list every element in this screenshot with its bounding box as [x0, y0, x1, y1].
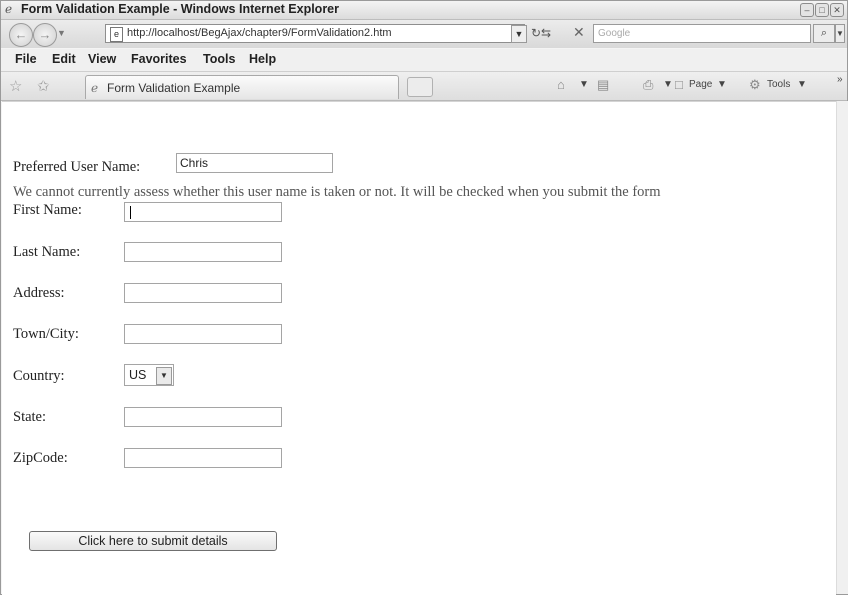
window-controls: – □ ✕ — [800, 3, 844, 17]
feeds-icon[interactable]: ▤ — [597, 77, 609, 93]
favorites-star-icon[interactable]: ☆ — [9, 77, 22, 95]
username-note: We cannot currently assess whether this … — [13, 184, 661, 200]
page-content: Preferred User Name: Chris We cannot cur… — [2, 101, 836, 595]
title-bar: ℯ Form Validation Example - Windows Inte… — [1, 1, 847, 20]
first-name-label: First Name: — [13, 202, 82, 218]
username-input[interactable]: Chris — [176, 153, 333, 173]
maximize-button[interactable]: □ — [815, 3, 829, 17]
country-label: Country: — [13, 368, 65, 384]
first-name-input[interactable] — [124, 202, 282, 222]
username-label: Preferred User Name: — [13, 159, 141, 175]
submit-button[interactable]: Click here to submit details — [29, 531, 277, 551]
menu-help[interactable]: Help — [249, 52, 276, 66]
address-toolbar: ← → ▼ e http://localhost/BegAjax/chapter… — [1, 20, 847, 48]
home-icon[interactable]: ⌂ — [557, 77, 565, 92]
print-dropdown-icon[interactable]: ▼ — [663, 79, 673, 90]
window-title: Form Validation Example - Windows Intern… — [21, 2, 339, 16]
search-icon[interactable]: ⌕ — [813, 24, 835, 43]
menu-bar: File Edit View Favorites Tools Help — [1, 49, 847, 72]
refresh-icon[interactable]: ↻⇆ — [531, 26, 551, 40]
new-tab-button[interactable] — [407, 77, 433, 97]
town-input[interactable] — [124, 324, 282, 344]
text-caret — [130, 206, 131, 219]
menu-file[interactable]: File — [15, 52, 37, 66]
print-icon[interactable]: ⎙ — [643, 77, 653, 93]
more-chevron-icon[interactable]: » — [837, 74, 843, 85]
menu-view[interactable]: View — [88, 52, 116, 66]
add-favorites-icon[interactable]: ✩ — [37, 77, 50, 95]
home-dropdown-icon[interactable]: ▼ — [579, 79, 589, 90]
tab-label: Form Validation Example — [107, 81, 241, 95]
search-placeholder: Google — [598, 28, 631, 39]
chevron-down-icon[interactable]: ▼ — [156, 367, 172, 385]
tools-gear-icon[interactable]: ⚙ — [749, 77, 761, 93]
recent-pages-dropdown-icon[interactable]: ▼ — [57, 28, 66, 38]
close-button[interactable]: ✕ — [830, 3, 844, 17]
address-url[interactable]: http://localhost/BegAjax/chapter9/FormVa… — [127, 27, 392, 39]
browser-window: ℯ Form Validation Example - Windows Inte… — [0, 0, 848, 595]
town-label: Town/City: — [13, 326, 79, 342]
country-select[interactable]: US ▼ — [124, 364, 174, 386]
menu-edit[interactable]: Edit — [52, 52, 76, 66]
forward-button[interactable]: → — [33, 23, 57, 47]
page-menu-dropdown-icon[interactable]: ▼ — [717, 79, 727, 90]
page-icon: e — [110, 27, 123, 42]
tab-bar: ☆ ✩ ℯ Form Validation Example ⌂ ▼ ▤ ⎙ ▼ … — [1, 72, 847, 101]
tools-dropdown-icon[interactable]: ▼ — [797, 79, 807, 90]
tab-form-validation[interactable]: ℯ Form Validation Example — [85, 75, 399, 99]
zip-label: ZipCode: — [13, 450, 68, 466]
ie-logo-icon: ℯ — [5, 2, 13, 16]
ie-page-icon: ℯ — [91, 81, 99, 95]
last-name-input[interactable] — [124, 242, 282, 262]
page-menu-button[interactable]: Page — [689, 79, 712, 90]
menu-favorites[interactable]: Favorites — [131, 52, 187, 66]
address-input[interactable] — [124, 283, 282, 303]
search-options-dropdown-icon[interactable]: ▼ — [835, 24, 845, 43]
state-input[interactable] — [124, 407, 282, 427]
last-name-label: Last Name: — [13, 244, 81, 260]
vertical-scrollbar[interactable] — [836, 101, 848, 594]
menu-tools[interactable]: Tools — [203, 52, 235, 66]
address-dropdown-button[interactable]: ▼ — [511, 25, 527, 43]
stop-icon[interactable]: ✕ — [573, 24, 585, 41]
address-label: Address: — [13, 285, 65, 301]
page-menu-icon[interactable]: □ — [675, 77, 683, 92]
zip-input[interactable] — [124, 448, 282, 468]
minimize-button[interactable]: – — [800, 3, 814, 17]
address-bar[interactable]: e http://localhost/BegAjax/chapter9/Form… — [105, 24, 525, 43]
state-label: State: — [13, 409, 47, 425]
tools-menu-button[interactable]: Tools — [767, 79, 790, 90]
back-button[interactable]: ← — [9, 23, 33, 47]
country-selected-value: US — [129, 368, 147, 382]
search-input[interactable]: Google — [593, 24, 811, 43]
